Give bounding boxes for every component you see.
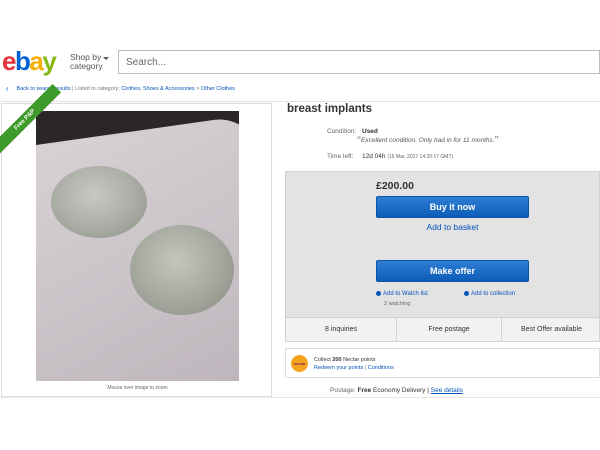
time-left-value: 12d 04h <box>362 153 386 160</box>
category-label: category <box>70 61 103 71</box>
postage-label: Postage: <box>330 387 356 394</box>
logo-letter-y: y <box>42 46 56 76</box>
postage-pipe: | <box>427 387 429 394</box>
conditions-link[interactable]: Conditions <box>368 365 394 371</box>
breadcrumb-separator: > <box>196 85 200 92</box>
see-details-link[interactable]: See details <box>431 387 463 394</box>
redeem-points-link[interactable]: Redeem your points <box>314 365 363 371</box>
eye-icon <box>376 291 381 296</box>
collection-icon <box>464 291 469 296</box>
collection-label: Add to collection <box>471 291 516 298</box>
collect-prefix: Collect <box>314 357 331 363</box>
stats-bar: 8 inquiries Free postage Best Offer avai… <box>285 318 600 342</box>
postage-row: Postage: Free Economy Delivery | See det… <box>330 387 463 394</box>
free-postage-stat: Free postage <box>396 318 501 341</box>
breadcrumb-category-link[interactable]: Clothes, Shoes & Accessories <box>121 86 194 92</box>
nectar-pipe: | <box>364 365 367 371</box>
add-to-basket-link[interactable]: Add to basket <box>376 222 529 232</box>
nectar-box: nectar Collect 200 Nectar points Redeem … <box>285 348 600 378</box>
inquiries-stat: 8 inquiries <box>325 326 357 333</box>
logo-letter-a: a <box>29 46 43 76</box>
listing-title: breast implants <box>287 103 372 115</box>
product-photo[interactable] <box>36 111 239 381</box>
nectar-collect-text: Collect 200 Nectar points <box>314 357 375 363</box>
time-left-date: (15 Mar, 2017 14:20:17 GMT) <box>387 154 454 160</box>
watching-count: 2 watching <box>384 301 411 307</box>
breadcrumb-pipe: | <box>72 85 74 92</box>
logo-letter-e: e <box>2 46 16 76</box>
nectar-links: Redeem your points | Conditions <box>314 365 394 371</box>
postage-free: Free <box>357 387 372 394</box>
quote-close-icon: ” <box>494 133 499 148</box>
search-input[interactable]: Search... <box>118 50 600 74</box>
header-divider <box>0 101 600 102</box>
add-to-watch-list-link[interactable]: Add to Watch list <box>376 291 428 297</box>
bottom-divider <box>0 397 600 398</box>
postage-method: Economy Delivery <box>373 387 426 394</box>
breadcrumb: ‹ Back to search results | Listed in cat… <box>6 84 596 96</box>
ebay-logo[interactable]: ebay <box>2 46 57 76</box>
collect-suffix: Nectar points <box>343 357 376 363</box>
chevron-down-icon <box>103 57 109 60</box>
listed-in-label: Listed in category: <box>75 85 120 92</box>
breadcrumb-subcategory-link[interactable]: Other Clothes <box>201 86 235 92</box>
time-left-row: Time left: 12d 04h (15 Mar, 2017 14:20:1… <box>287 153 600 163</box>
condition-label: Condition: <box>327 128 357 135</box>
nectar-points: 200 <box>332 357 342 363</box>
site-header: ebay Shop by category Search... <box>0 44 600 80</box>
image-panel: Free P&P Mouse over image to zoom <box>0 83 272 397</box>
shop-by-category-button[interactable]: Shop by category <box>70 53 109 71</box>
logo-letter-b: b <box>14 46 31 76</box>
condition-note: Excellent condition. Only had in for 11 … <box>361 137 495 144</box>
best-offer-stat: Best Offer available <box>501 318 600 341</box>
time-left-label: Time left: <box>327 153 354 160</box>
implant-shape-upper <box>51 166 147 238</box>
implant-shape-lower <box>130 225 234 315</box>
price: £200.00 <box>376 180 414 192</box>
search-placeholder: Search... <box>126 57 167 68</box>
make-offer-button[interactable]: Make offer <box>376 260 529 282</box>
buy-box: £200.00 Buy it now Add to basket Make of… <box>285 171 600 318</box>
condition-note-row: “Excellent condition. Only had in for 11… <box>287 134 600 147</box>
condition-value: Used <box>362 128 378 135</box>
buy-it-now-button[interactable]: Buy it now <box>376 196 529 218</box>
back-arrow-icon[interactable]: ‹ <box>6 84 15 93</box>
zoom-caption: Mouse over image to zoom <box>107 385 168 391</box>
time-left-wrap: 12d 04h (15 Mar, 2017 14:20:17 GMT) <box>362 153 453 160</box>
add-to-collection-link[interactable]: Add to collection <box>464 291 515 297</box>
watch-list-label: Add to Watch list <box>383 291 428 298</box>
nectar-logo-icon: nectar <box>291 355 308 372</box>
